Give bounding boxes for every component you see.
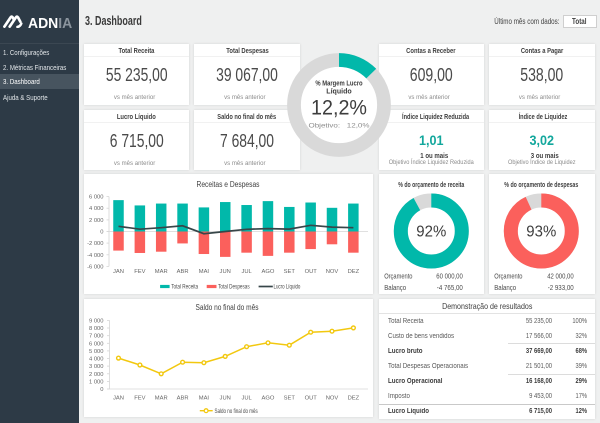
svg-text:4 000: 4 000 <box>88 357 103 363</box>
svg-text:% Margem Lucro: % Margem Lucro <box>315 80 362 87</box>
svg-text:JUN: JUN <box>219 268 230 274</box>
svg-text:JAN: JAN <box>113 396 124 402</box>
svg-text:-2 933,00: -2 933,00 <box>548 284 574 291</box>
svg-text:Orçamento: Orçamento <box>494 273 522 280</box>
svg-text:MAR: MAR <box>154 396 167 402</box>
svg-text:DEZ: DEZ <box>347 268 359 274</box>
svg-text:0: 0 <box>100 387 103 393</box>
svg-text:Saldo no final do mês: Saldo no final do mês <box>214 409 257 415</box>
svg-text:FEV: FEV <box>134 396 145 402</box>
svg-text:MAI: MAI <box>198 396 209 402</box>
svg-text:Total Receita: Total Receita <box>171 284 198 290</box>
svg-text:JUN: JUN <box>219 396 230 402</box>
svg-text:2 000: 2 000 <box>88 372 103 378</box>
svg-text:SET: SET <box>283 268 295 274</box>
svg-text:0: 0 <box>100 229 103 235</box>
svg-text:ABR: ABR <box>176 396 188 402</box>
svg-text:4 000: 4 000 <box>88 206 103 212</box>
svg-text:FEV: FEV <box>134 268 145 274</box>
svg-text:5 000: 5 000 <box>88 349 103 355</box>
svg-text:MAI: MAI <box>198 268 209 274</box>
svg-text:ABR: ABR <box>176 268 188 274</box>
svg-text:7 000: 7 000 <box>88 334 103 340</box>
svg-text:JUL: JUL <box>241 396 252 402</box>
svg-text:Balanço: Balanço <box>494 284 516 291</box>
svg-text:SET: SET <box>283 396 295 402</box>
svg-text:9 000: 9 000 <box>88 318 103 324</box>
svg-text:6 000: 6 000 <box>88 341 103 347</box>
svg-text:6 000: 6 000 <box>88 194 103 200</box>
svg-text:Balanço: Balanço <box>384 284 406 291</box>
svg-text:NOV: NOV <box>325 268 338 274</box>
svg-text:Saldo no final do mês: Saldo no final do mês <box>195 303 258 312</box>
svg-text:AGO: AGO <box>261 268 274 274</box>
svg-text:JAN: JAN <box>113 268 124 274</box>
svg-text:NOV: NOV <box>325 396 338 402</box>
svg-text:DEZ: DEZ <box>347 396 359 402</box>
svg-text:-6 000: -6 000 <box>87 264 103 270</box>
svg-text:2 000: 2 000 <box>88 217 103 223</box>
svg-text:60 000,00: 60 000,00 <box>436 273 463 280</box>
svg-text:Lucro Líquido: Lucro Líquido <box>273 284 300 290</box>
svg-text:% do orçamento de despesas: % do orçamento de despesas <box>504 180 578 189</box>
svg-text:12,2%: 12,2% <box>311 96 367 120</box>
svg-text:Orçamento: Orçamento <box>384 273 412 280</box>
svg-text:OUT: OUT <box>304 396 317 402</box>
svg-text:Receitas e Despesas: Receitas e Despesas <box>196 180 259 189</box>
svg-text:3 000: 3 000 <box>88 364 103 370</box>
svg-text:-4 000: -4 000 <box>87 252 103 258</box>
svg-text:1 000: 1 000 <box>88 379 103 385</box>
svg-text:8 000: 8 000 <box>88 326 103 332</box>
svg-text:93%: 93% <box>526 223 556 240</box>
svg-text:MAR: MAR <box>154 268 167 274</box>
svg-text:AGO: AGO <box>261 396 274 402</box>
svg-text:-2 000: -2 000 <box>87 241 103 247</box>
svg-text:JUL: JUL <box>241 268 252 274</box>
svg-text:Total Despesas: Total Despesas <box>218 284 250 290</box>
svg-text:OUT: OUT <box>304 268 317 274</box>
svg-text:42 000,00: 42 000,00 <box>547 273 574 280</box>
svg-text:-4 765,00: -4 765,00 <box>437 284 463 291</box>
svg-text:% do orçamento de receita: % do orçamento de receita <box>398 180 465 189</box>
svg-text:Líquido: Líquido <box>326 88 352 95</box>
svg-text:Objetivo: 12,0%: Objetivo: 12,0% <box>309 122 370 129</box>
svg-text:92%: 92% <box>416 223 446 240</box>
